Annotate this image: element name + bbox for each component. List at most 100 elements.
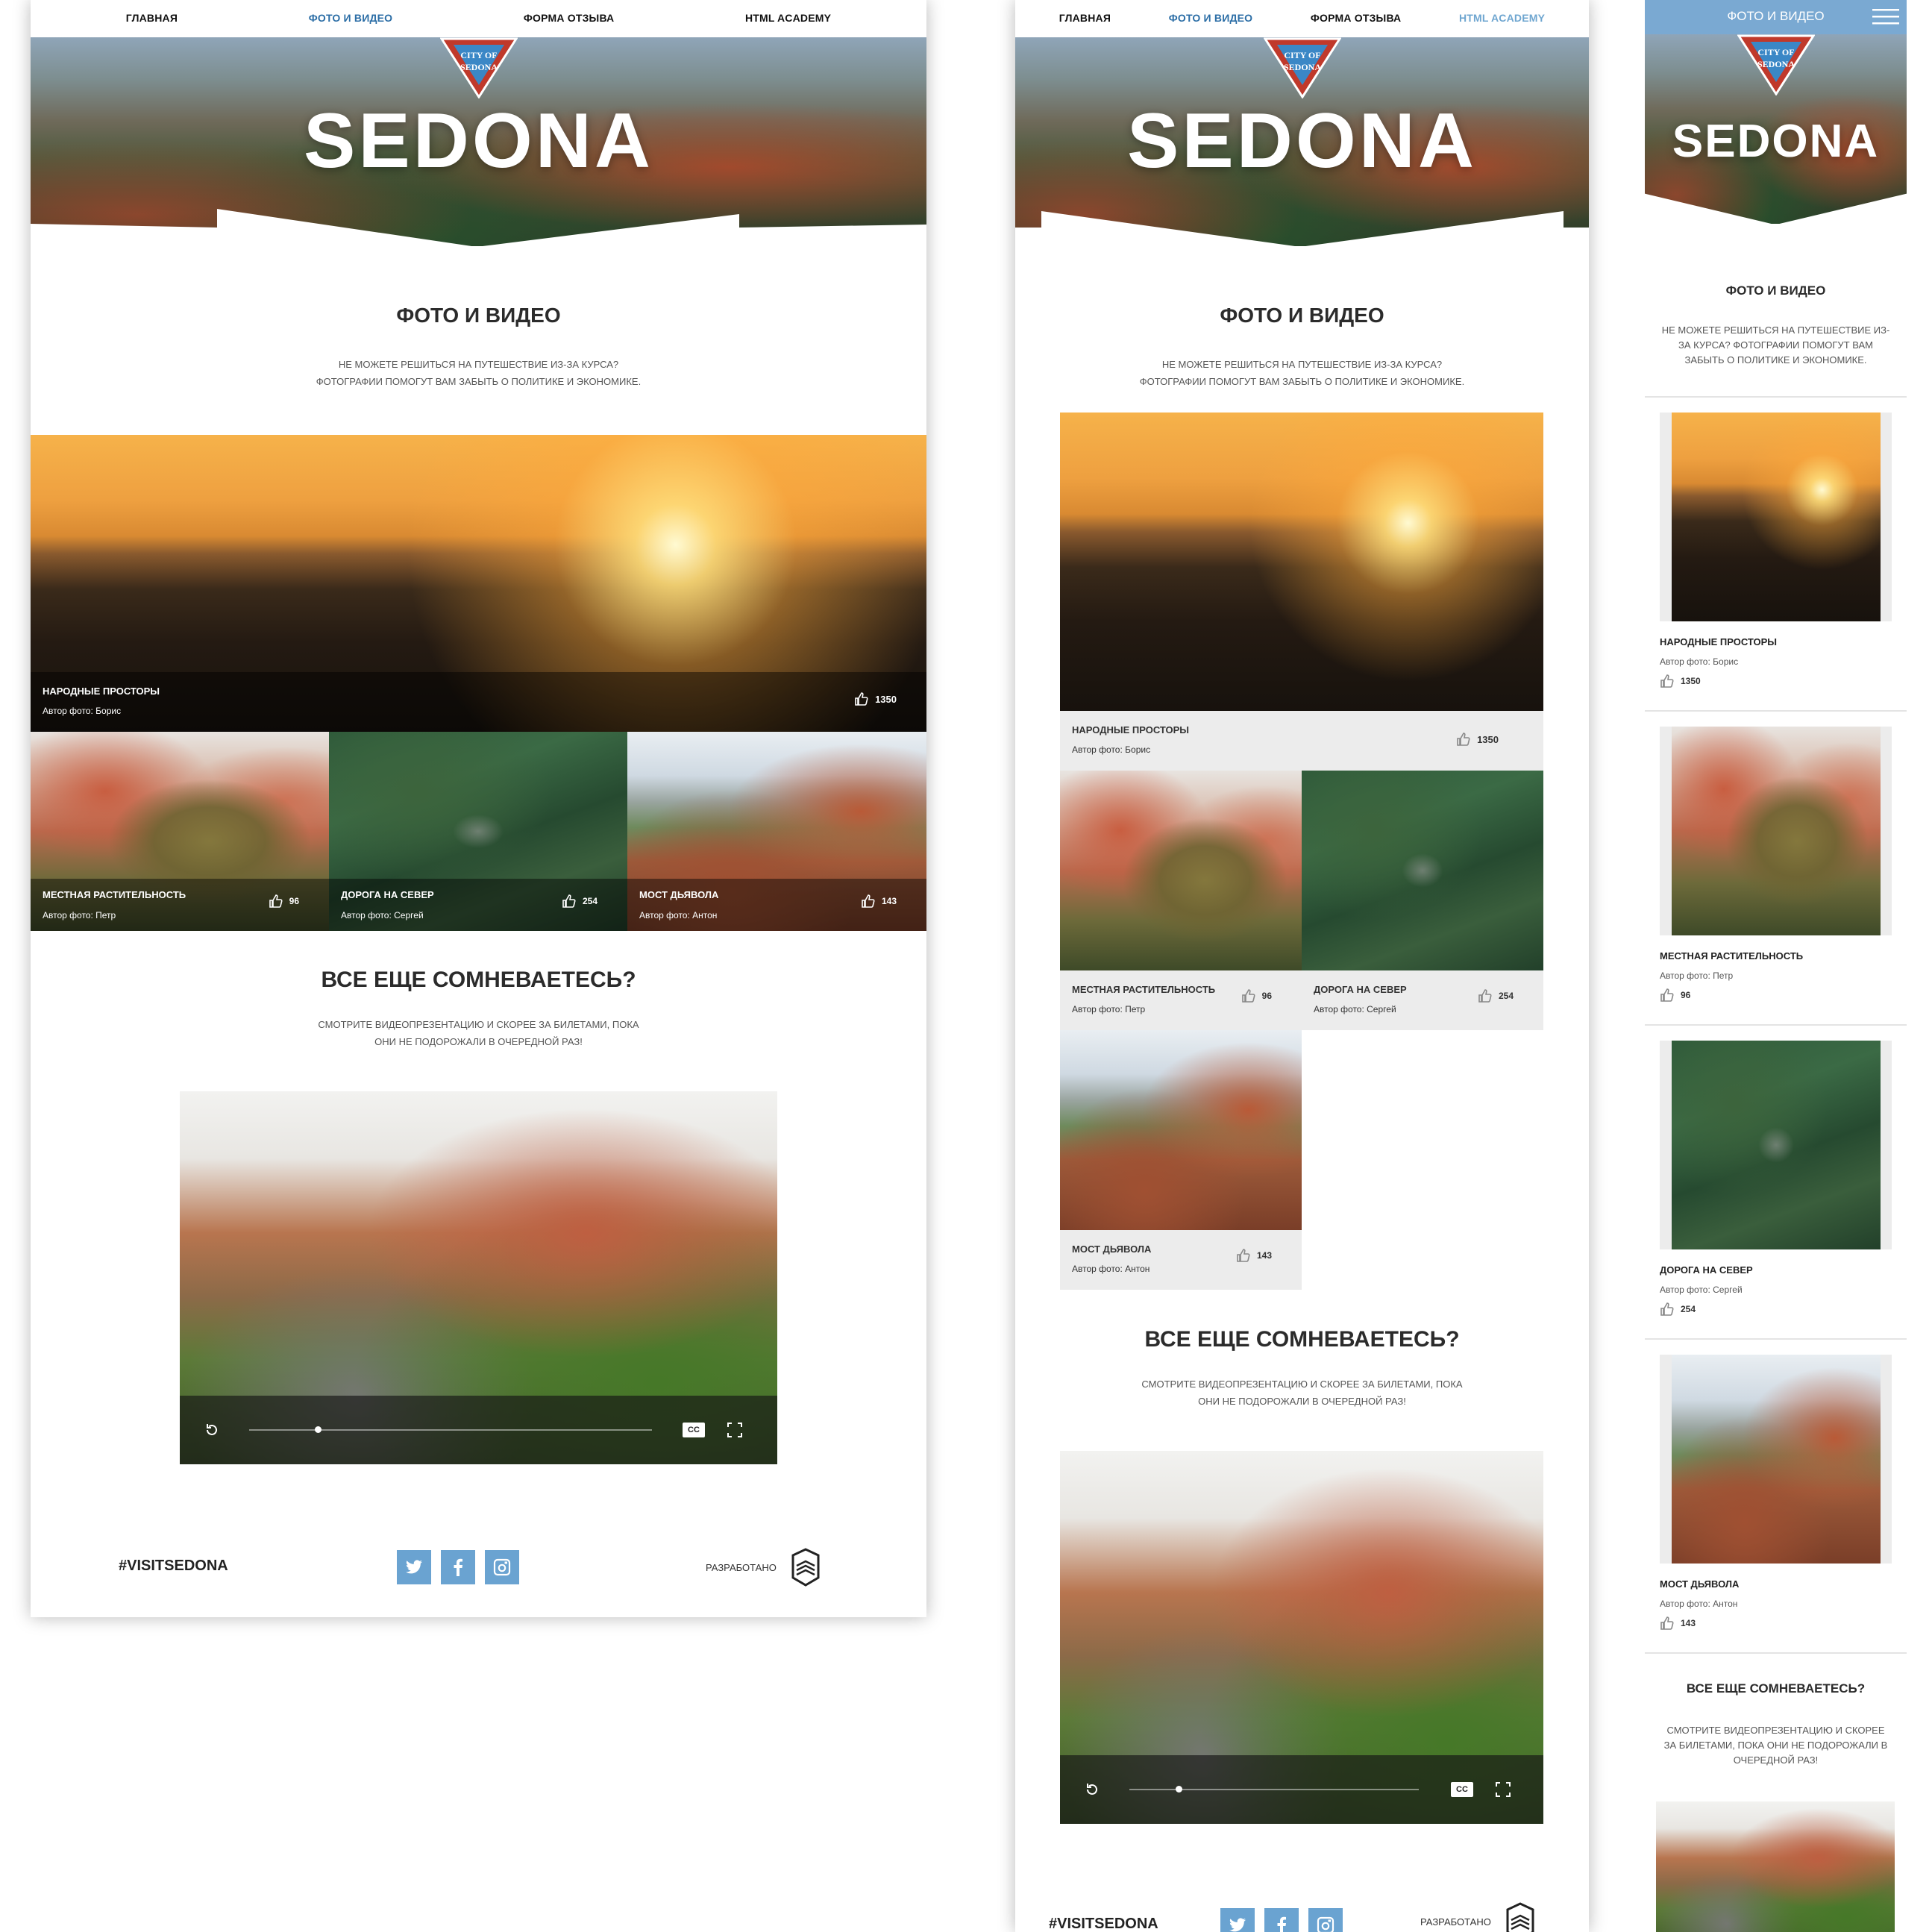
photo-author: Автор фото: Петр xyxy=(43,910,116,920)
photo-card[interactable]: Дорога на север Автор фото: Сергей 254 xyxy=(1645,1026,1907,1340)
gallery-intro-1: Не можете решиться на путешествие из-за … xyxy=(1161,359,1443,370)
photo-author: Автор фото: Борис xyxy=(1072,744,1151,755)
photo-caption: Народные просторы Автор фото: Борис 1350 xyxy=(31,672,926,732)
facebook-button[interactable] xyxy=(1264,1908,1299,1932)
htmlacademy-logo-icon[interactable] xyxy=(1505,1902,1536,1932)
video-player[interactable]: CC xyxy=(180,1091,777,1464)
video-progress-track[interactable] xyxy=(1129,1789,1419,1790)
photo-title: Мост дьявола xyxy=(1072,1243,1152,1255)
photo-title: Местная растительность xyxy=(1660,950,1804,962)
cc-button[interactable]: CC xyxy=(683,1423,705,1437)
photo-author: Автор фото: Антон xyxy=(1660,1599,1738,1609)
tablet-frame: Главная Фото и видео Форма отзыва HTML A… xyxy=(1015,0,1589,1932)
thumbs-up-icon xyxy=(1241,989,1255,1003)
video-player[interactable]: CC xyxy=(1060,1451,1543,1824)
like-button[interactable]: 143 xyxy=(861,894,897,909)
like-count: 143 xyxy=(1681,1618,1696,1628)
hamburger-menu-icon[interactable] xyxy=(1872,9,1899,25)
photo-card[interactable]: Мост дьявола Автор фото: Антон 143 xyxy=(627,732,926,931)
mobile-current-page[interactable]: Фото и видео xyxy=(1645,9,1907,24)
thumbs-up-icon xyxy=(1660,1302,1674,1316)
photo-card[interactable]: Местная растительность Автор фото: Петр … xyxy=(1060,771,1302,1030)
nav-academy[interactable]: HTML Academy xyxy=(1459,12,1545,24)
footer: #VISITSEDONA Разработано xyxy=(1015,1895,1589,1932)
video-player[interactable] xyxy=(1656,1801,1895,1932)
replay-icon[interactable] xyxy=(1084,1781,1100,1798)
fullscreen-icon[interactable] xyxy=(727,1422,743,1438)
like-button[interactable]: 1350 xyxy=(1456,732,1499,747)
photo-card[interactable]: Мост дьявола Автор фото: Антон 143 xyxy=(1060,1030,1302,1290)
photo-devil-bridge xyxy=(1060,1030,1302,1230)
cc-button[interactable]: CC xyxy=(1451,1782,1473,1797)
photo-cactus xyxy=(1060,771,1302,970)
instagram-icon xyxy=(1317,1916,1334,1932)
fullscreen-icon[interactable] xyxy=(1495,1781,1511,1798)
nav-photo[interactable]: Фото и видео xyxy=(1169,12,1253,24)
photo-caption: Местная растительность Автор фото: Петр … xyxy=(1060,970,1302,1030)
like-button[interactable]: 1350 xyxy=(854,691,897,706)
twitter-icon xyxy=(1229,1918,1246,1932)
like-button[interactable]: 96 xyxy=(1660,988,1690,1003)
htmlacademy-logo-icon[interactable] xyxy=(790,1548,821,1587)
nav-home[interactable]: Главная xyxy=(1059,12,1111,24)
hero-cutout xyxy=(31,209,926,246)
like-button[interactable]: 254 xyxy=(1660,1302,1696,1317)
like-button[interactable]: 143 xyxy=(1236,1248,1272,1263)
hero-cutout xyxy=(1645,193,1907,224)
video-progress-knob[interactable] xyxy=(314,1426,322,1433)
photo-card[interactable]: Народные просторы Автор фото: Борис 1350 xyxy=(1645,398,1907,712)
twitter-button[interactable] xyxy=(1220,1908,1255,1932)
nav-academy[interactable]: HTML Academy xyxy=(745,12,831,24)
like-button[interactable]: 1350 xyxy=(1660,674,1701,689)
photo-caption: Дорога на север Автор фото: Сергей 254 xyxy=(329,879,627,931)
developer-credit: Разработано xyxy=(706,1548,821,1587)
like-button[interactable]: 96 xyxy=(269,894,299,909)
thumbs-up-icon xyxy=(562,894,576,908)
nav-form[interactable]: Форма отзыва xyxy=(524,12,615,24)
instagram-button[interactable] xyxy=(485,1550,519,1584)
svg-text:CITY OF: CITY OF xyxy=(460,50,497,60)
desktop-frame: Главная Фото и видео Форма отзыва HTML A… xyxy=(31,0,926,1617)
facebook-button[interactable] xyxy=(441,1550,475,1584)
gallery-title: Фото и видео xyxy=(1220,304,1384,327)
like-button[interactable]: 143 xyxy=(1660,1616,1696,1631)
photo-thumb xyxy=(1672,1355,1881,1564)
video-title: Все еще сомневаетесь? xyxy=(1144,1327,1460,1352)
photo-card[interactable]: Народные просторы Автор фото: Борис 1350 xyxy=(31,435,926,732)
nav-home[interactable]: Главная xyxy=(126,12,178,24)
developer-credit: Разработано xyxy=(1420,1902,1536,1932)
like-button[interactable]: 254 xyxy=(562,894,598,909)
photo-caption: Народные просторы Автор фото: Борис 1350 xyxy=(1060,711,1543,771)
like-count: 143 xyxy=(1256,1250,1272,1261)
footer: #VISITSEDONA Разработано xyxy=(31,1537,926,1596)
instagram-button[interactable] xyxy=(1308,1908,1343,1932)
photo-author: Автор фото: Сергей xyxy=(341,910,424,920)
photo-devil-bridge xyxy=(1672,1355,1881,1564)
nav-form[interactable]: Форма отзыва xyxy=(1311,12,1402,24)
video-progress-track[interactable] xyxy=(249,1429,652,1431)
like-count: 143 xyxy=(881,896,897,906)
video-text-2: они не подорожали в очередной раз! xyxy=(374,1036,583,1047)
footer-hashtag: #VISITSEDONA xyxy=(1049,1916,1158,1932)
nav-photo[interactable]: Фото и видео xyxy=(309,12,393,24)
photo-card[interactable]: Народные просторы Автор фото: Борис 1350 xyxy=(1060,413,1543,771)
gallery-intro-2: Фотографии помогут вам забыть о политике… xyxy=(316,376,642,387)
replay-icon[interactable] xyxy=(204,1422,220,1438)
photo-card[interactable]: Дорога на север Автор фото: Сергей 254 xyxy=(1302,771,1543,1030)
photo-card[interactable]: Мост дьявола Автор фото: Антон 143 xyxy=(1645,1340,1907,1654)
video-progress-knob[interactable] xyxy=(1175,1786,1182,1793)
svg-text:SEDONA: SEDONA xyxy=(1283,62,1320,72)
photo-card[interactable]: Местная растительность Автор фото: Петр … xyxy=(31,732,329,931)
svg-text:SEDONA: SEDONA xyxy=(1757,59,1794,69)
twitter-button[interactable] xyxy=(397,1550,431,1584)
photo-card[interactable]: Дорога на север Автор фото: Сергей 254 xyxy=(329,732,627,931)
thumbs-up-icon xyxy=(269,894,283,908)
like-count: 1350 xyxy=(1477,733,1499,745)
thumbs-up-icon xyxy=(1660,988,1674,1002)
like-button[interactable]: 96 xyxy=(1241,988,1272,1003)
photo-title: Местная растительность xyxy=(43,889,186,900)
photo-card[interactable]: Местная растительность Автор фото: Петр … xyxy=(1645,712,1907,1026)
like-button[interactable]: 254 xyxy=(1478,988,1514,1003)
gallery-intro: Не можете решиться на путешествие из-за … xyxy=(1661,324,1890,366)
like-count: 254 xyxy=(582,896,598,906)
